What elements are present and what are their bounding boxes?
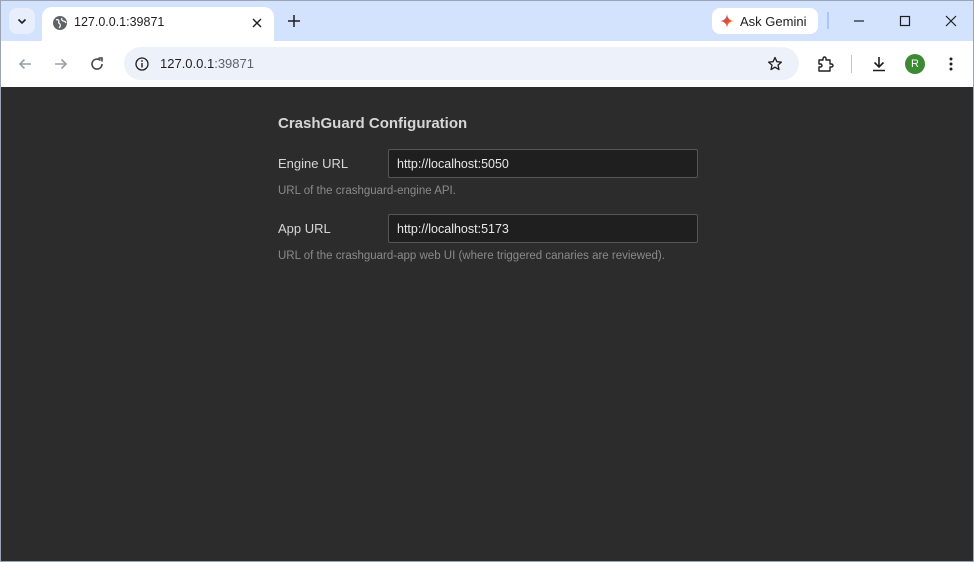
divider (827, 12, 829, 29)
browser-window: 127.0.0.1:39871 Ask Gemini 127.0.0.1:398… (0, 0, 974, 562)
tab-title: 127.0.0.1:39871 (74, 15, 165, 29)
app-url-help: URL of the crashguard-app web UI (where … (278, 250, 665, 262)
engine-url-input[interactable] (388, 149, 698, 178)
tab-search-button[interactable] (9, 8, 35, 34)
more-vert-icon (949, 57, 953, 71)
address-bar[interactable]: 127.0.0.1:39871 (124, 47, 799, 80)
bookmark-button[interactable] (765, 54, 785, 74)
tab-close-button[interactable] (248, 14, 266, 32)
close-window-button[interactable] (939, 9, 963, 33)
reload-icon (91, 57, 103, 70)
plus-icon (288, 15, 300, 27)
back-button[interactable] (14, 53, 36, 75)
page-content: CrashGuard Configuration Engine URL URL … (1, 87, 973, 561)
ask-gemini-button[interactable]: Ask Gemini (712, 8, 818, 34)
close-icon (252, 18, 262, 28)
engine-url-help: URL of the crashguard-engine API. (278, 185, 456, 197)
maximize-button[interactable] (893, 9, 917, 33)
site-info-button[interactable] (132, 54, 152, 74)
star-icon (767, 56, 783, 71)
page-title: CrashGuard Configuration (278, 115, 468, 132)
ask-gemini-label: Ask Gemini (740, 13, 807, 29)
minimize-icon (854, 20, 864, 22)
address-host: 127.0.0.1 (160, 56, 215, 71)
arrow-left-icon (18, 58, 31, 70)
info-icon (135, 57, 149, 71)
engine-url-label: Engine URL (278, 156, 349, 171)
extensions-button[interactable] (814, 53, 836, 75)
app-url-input[interactable] (388, 214, 698, 243)
globe-icon (53, 16, 67, 30)
close-icon (945, 15, 957, 27)
forward-button[interactable] (50, 53, 72, 75)
minimize-button[interactable] (847, 9, 871, 33)
tab-strip: 127.0.0.1:39871 Ask Gemini (1, 1, 973, 41)
maximize-icon (899, 15, 911, 27)
downloads-button[interactable] (868, 53, 890, 75)
reload-button[interactable] (86, 53, 108, 75)
address-port: :39871 (214, 56, 254, 71)
download-icon (873, 57, 885, 72)
puzzle-icon (818, 56, 834, 72)
browser-toolbar: 127.0.0.1:39871 R (1, 41, 973, 87)
tab-active[interactable]: 127.0.0.1:39871 (42, 7, 274, 41)
address-url: 127.0.0.1:39871 (160, 56, 254, 71)
new-tab-button[interactable] (284, 11, 304, 31)
app-url-label: App URL (278, 221, 331, 236)
gemini-sparkle-icon (720, 14, 734, 28)
chevron-down-icon (17, 18, 27, 25)
profile-avatar[interactable]: R (905, 54, 925, 74)
arrow-right-icon (55, 58, 68, 70)
menu-button[interactable] (940, 53, 962, 75)
divider (851, 55, 852, 73)
